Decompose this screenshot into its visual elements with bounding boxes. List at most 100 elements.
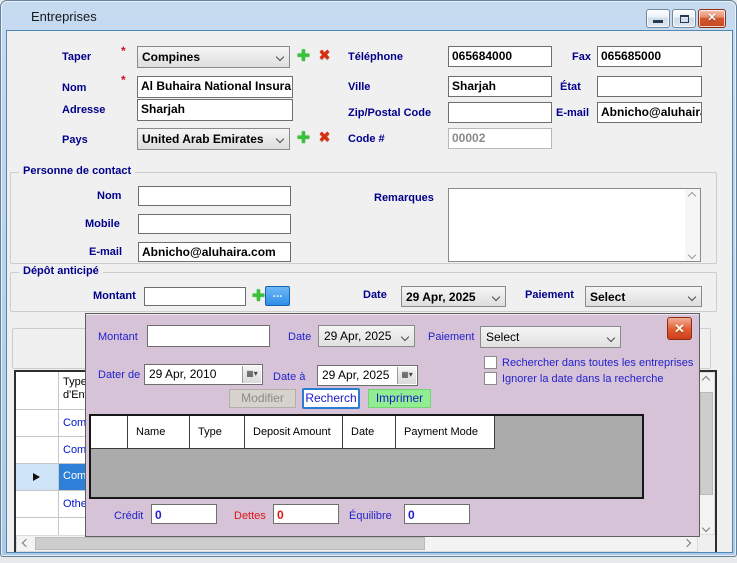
ignore-date-checkbox[interactable] [484,372,497,385]
ville-field[interactable]: Sharjah [448,76,552,97]
close-button[interactable]: ✕ [698,9,726,28]
dialog-montant-field[interactable] [147,325,270,347]
calendar-icon[interactable]: ▦▾ [242,366,261,383]
scrollbar-corner [698,535,715,552]
telephone-field[interactable]: 065684000 [448,46,552,67]
fax-field[interactable]: 065685000 [597,46,702,67]
chevron-down-icon [607,334,615,342]
taper-required-mark: * [121,44,126,58]
chevron-up-icon[interactable] [699,373,714,388]
deposits-table-header: Name Type Deposit Amount Date Payment Mo… [91,416,495,449]
header-date: Date [343,416,396,449]
dialog-date-select[interactable]: 29 Apr, 2025 [318,325,415,347]
contact-nom-label: Nom [97,190,121,202]
header-name: Name [128,416,190,449]
minimize-button[interactable] [646,9,670,28]
adresse-label: Adresse [62,104,105,116]
search-all-checkbox[interactable] [484,356,497,369]
code-label: Code # [348,133,385,145]
close-icon: ✕ [674,321,685,336]
credit-label: Crédit [114,510,143,522]
contact-email-field[interactable]: Abnicho@aluhaira.com [138,242,291,262]
email-field[interactable]: Abnicho@aluhaira.com [597,102,702,123]
minimize-icon [653,20,663,23]
zip-field[interactable] [448,102,552,123]
deposit-search-dialog: ✕ Montant Date 29 Apr, 2025 Paiement Sel… [85,313,700,537]
dialog-paiement-select[interactable]: Select [480,326,621,348]
add-country-icon[interactable]: ✚ [295,129,312,146]
taper-label: Taper [62,51,91,63]
dettes-field[interactable]: 0 [273,504,339,524]
dater-de-picker[interactable]: 29 Apr, 2010 ▦▾ [144,364,263,385]
fax-label: Fax [572,51,591,63]
zip-label: Zip/Postal Code [348,107,431,119]
scrollbar-thumb[interactable] [700,392,713,495]
nom-label: Nom [62,82,86,94]
dialog-paiement-label: Paiement [428,331,474,343]
column-divider [58,372,59,535]
date-label: Date [363,289,387,301]
equilibre-label: Équilibre [349,510,392,522]
deposit-group: Dépôt anticipé Montant ✚ ... Date 29 Apr… [10,272,717,312]
chevron-left-icon[interactable] [17,536,32,551]
scrollbar-thumb[interactable] [35,537,425,550]
contact-nom-field[interactable] [138,186,291,206]
recherch-button[interactable]: Recherch [302,388,360,409]
pays-select[interactable]: United Arab Emirates [137,128,290,150]
contact-email-label: E-mail [89,246,122,258]
delete-type-icon[interactable]: ✖ [316,47,333,64]
contact-group-title: Personne de contact [19,165,135,177]
chevron-down-icon [276,135,284,143]
pays-label: Pays [62,134,88,146]
chevron-up-icon[interactable] [685,189,700,204]
credit-field[interactable]: 0 [151,504,217,524]
adresse-field[interactable]: Sharjah [137,99,293,121]
date-a-label: Date à [273,371,305,383]
chevron-down-icon [688,293,696,301]
header-selector [91,416,128,449]
ville-label: Ville [348,81,370,93]
paiement-select[interactable]: Select [585,286,702,307]
contact-mobile-field[interactable] [138,214,291,234]
calendar-icon[interactable]: ▦▾ [397,367,416,384]
chevron-right-icon[interactable] [682,536,697,551]
imprimer-button[interactable]: Imprimer [368,389,431,408]
chevron-down-icon [492,293,500,301]
header-type: Type [190,416,245,449]
deposit-group-title: Dépôt anticipé [19,265,103,277]
remarques-textarea[interactable] [448,188,701,262]
montant-field[interactable] [144,287,246,306]
chevron-down-icon[interactable] [699,519,714,534]
browse-dots-button[interactable]: ... [265,286,290,306]
add-type-icon[interactable]: ✚ [295,47,312,64]
delete-country-icon[interactable]: ✖ [316,129,333,146]
header-deposit-amount: Deposit Amount [245,416,343,449]
chevron-down-icon[interactable] [685,246,700,261]
maximize-button[interactable] [672,9,696,28]
remarques-label: Remarques [374,192,434,204]
deposits-table: Name Type Deposit Amount Date Payment Mo… [89,414,644,499]
code-field: 00002 [448,128,552,149]
contact-mobile-label: Mobile [85,218,120,230]
dialog-date-label: Date [288,331,311,343]
selected-row-header[interactable] [16,464,58,490]
montant-label: Montant [93,290,136,302]
date-select[interactable]: 29 Apr, 2025 [401,286,506,307]
equilibre-field[interactable]: 0 [404,504,470,524]
table-vertical-scrollbar[interactable] [698,372,715,535]
etat-label: État [560,81,581,93]
taper-select[interactable]: Compines [137,46,290,68]
search-all-label: Rechercher dans toutes les entreprises [502,357,693,369]
nom-field[interactable]: Al Buhaira National Insura [137,76,293,98]
dialog-close-button[interactable]: ✕ [667,317,692,340]
date-a-picker[interactable]: 29 Apr, 2025 ▦▾ [317,365,418,386]
ignore-date-label: Ignorer la date dans la recherche [502,373,663,385]
telephone-label: Téléphone [348,51,403,63]
table-horizontal-scrollbar[interactable] [16,535,698,552]
arrow-right-icon [33,473,40,481]
etat-field[interactable] [597,76,702,97]
maximize-icon [680,15,689,23]
modifier-button[interactable]: Modifier [229,389,296,408]
remarques-scrollbar[interactable] [685,189,700,261]
chevron-down-icon [276,53,284,61]
